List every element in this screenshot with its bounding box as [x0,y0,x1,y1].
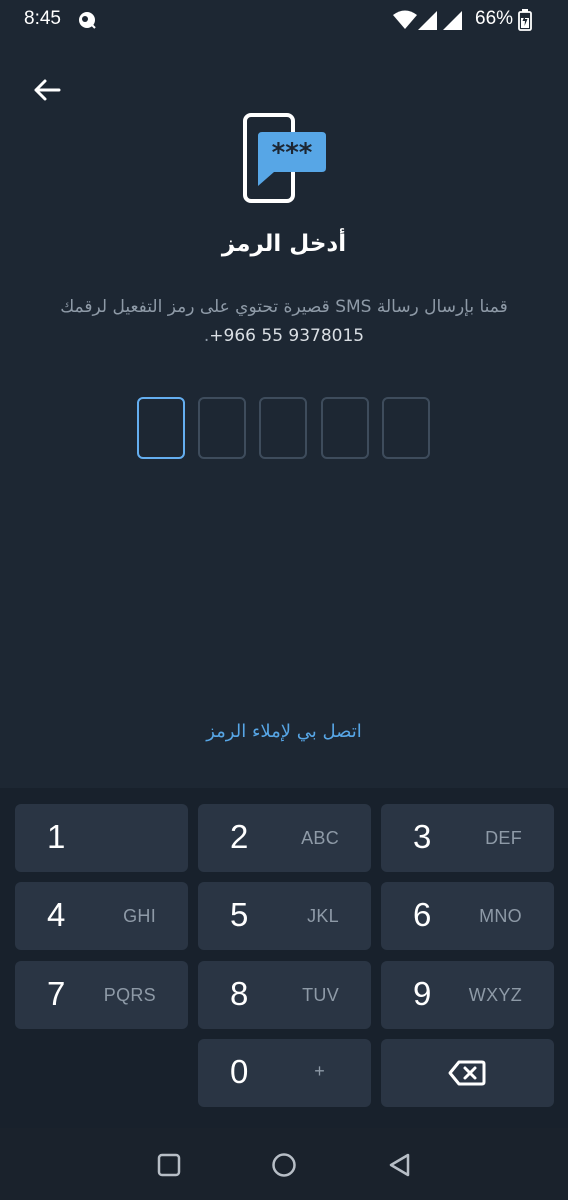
status-time: 8:45 [24,8,61,29]
key-letters: GHI [123,906,156,926]
key-letters: PQRS [103,985,156,1005]
key-digit: 9 [413,975,432,1012]
call-me-link[interactable]: اتصل بي لإملاء الرمز [0,721,568,742]
key-digit: 7 [47,975,66,1012]
description-text: قمنا بإرسال رسالة SMS قصيرة تحتوي على رم… [60,297,508,317]
key-letters: WXYZ [468,985,522,1005]
key-9[interactable]: 9 WXYZ [381,961,554,1029]
backspace-icon [448,1060,486,1086]
key-digit: 3 [413,818,432,855]
page-description: قمنا بإرسال رسالة SMS قصيرة تحتوي على رم… [50,293,518,351]
back-nav-icon[interactable] [387,1152,413,1178]
status-bar: 8:45 66% [0,0,568,42]
key-4[interactable]: 4 GHI [15,882,188,950]
key-letters: DEF [485,828,522,848]
code-digit-box[interactable] [382,397,430,459]
key-5[interactable]: 5 JKL [198,882,371,950]
key-letters: JKL [307,906,339,926]
key-8[interactable]: 8 TUV [198,961,371,1029]
key-digit: 5 [230,896,249,933]
phone-number: +966 55 9378015 [209,326,365,346]
key-letters: MNO [479,906,522,926]
home-icon[interactable] [271,1152,297,1178]
key-3[interactable]: 3 DEF [381,804,554,872]
svg-text:***: *** [272,138,313,168]
code-digit-box[interactable] [321,397,369,459]
code-input[interactable] [137,397,431,459]
battery-charging-icon [518,9,532,31]
back-button[interactable] [22,66,72,114]
page-title: أدخل الرمز [221,231,347,257]
key-digit: 6 [413,896,432,933]
battery-percent: 66% [475,8,514,29]
key-6[interactable]: 6 MNO [381,882,554,950]
code-digit-box[interactable] [259,397,307,459]
key-digit: 1 [47,818,66,855]
key-digit: 2 [230,818,249,855]
key-7[interactable]: 7 PQRS [15,961,188,1029]
system-nav-bar [0,1128,568,1200]
key-letters: ABC [301,828,339,848]
key-1[interactable]: 1 [15,804,188,872]
arrow-left-icon [34,79,61,101]
key-letters: + [314,1061,325,1081]
key-2[interactable]: 2 ABC [198,804,371,872]
code-digit-box[interactable] [198,397,246,459]
signal-icon [418,11,437,30]
wifi-icon [393,10,417,29]
code-digit-box[interactable] [137,397,185,459]
signal-icon [443,11,462,30]
key-0[interactable]: 0 + [198,1039,371,1107]
key-letters: TUV [302,985,339,1005]
key-digit: 4 [47,896,66,933]
backspace-key[interactable] [381,1039,554,1107]
key-digit: 8 [230,975,249,1012]
notification-app-icon [79,12,96,29]
sms-code-illustration-icon: *** [243,113,326,203]
recent-apps-icon[interactable] [157,1153,181,1177]
key-digit: 0 [230,1053,249,1090]
numeric-keypad: 1 2 ABC 3 DEF 4 GHI 5 JKL 6 MNO 7 PQRS 8… [0,788,568,1128]
